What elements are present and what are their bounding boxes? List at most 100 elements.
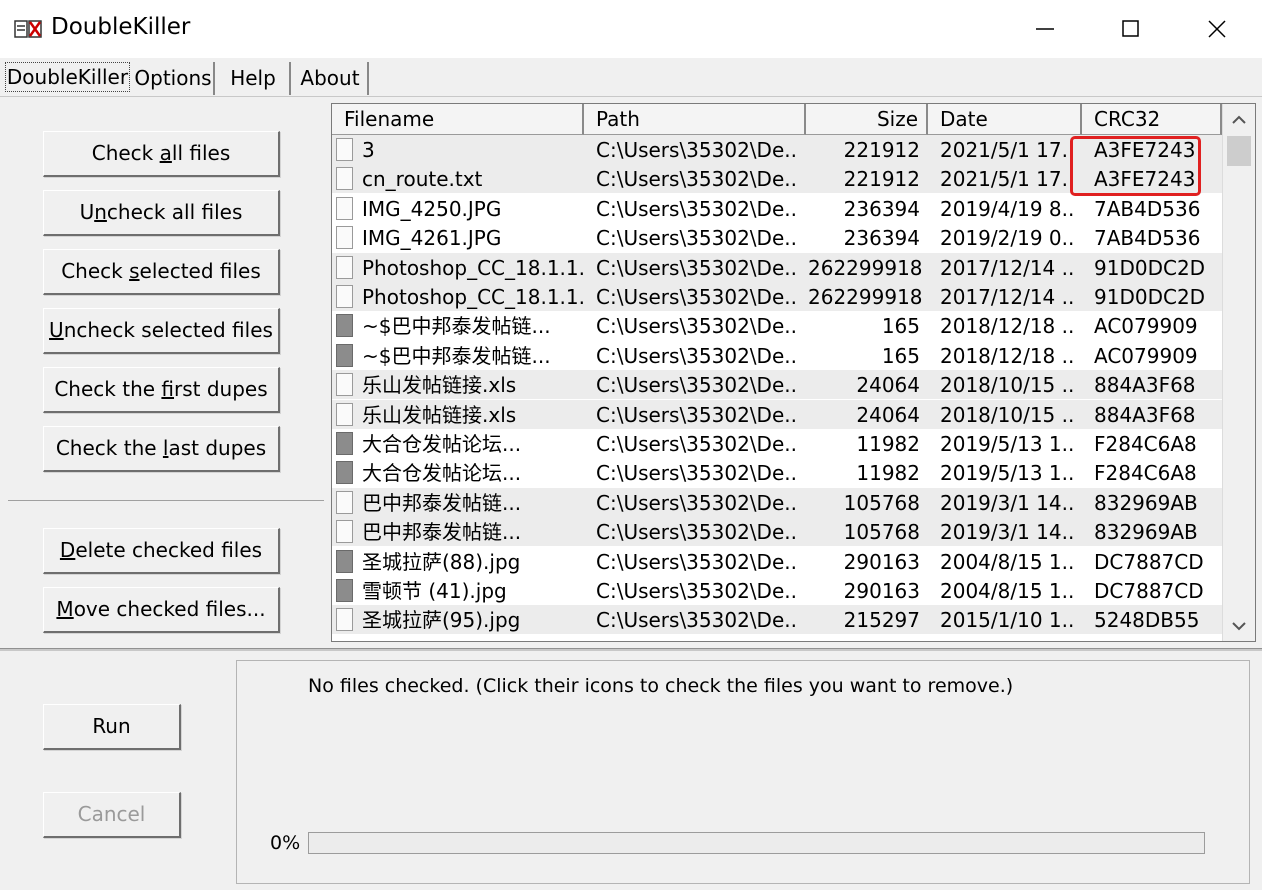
button-label: Check	[61, 259, 130, 283]
button-accelerator: s	[129, 259, 140, 283]
status-message: No files checked. (Click their icons to …	[308, 675, 1014, 697]
file-size: 262299918	[808, 285, 923, 309]
uncheck-selected-files-button[interactable]: Uncheck selected files	[43, 308, 280, 354]
maximize-icon	[1122, 20, 1139, 37]
file-check-icon[interactable]	[336, 314, 353, 338]
scrollbar-thumb[interactable]	[1227, 136, 1251, 166]
delete-checked-files-button[interactable]: Delete checked files	[43, 528, 280, 574]
file-size: 165	[881, 314, 920, 339]
vertical-scrollbar[interactable]	[1222, 104, 1255, 641]
table-row[interactable]: 大合仓发帖论坛... C:\Users\35302\De... 11982 2019/…	[332, 429, 1222, 458]
check-last-dupes-button[interactable]: Check the last dupes	[43, 426, 280, 472]
file-check-icon[interactable]	[336, 255, 353, 279]
file-size: 11982	[856, 432, 920, 456]
chevron-down-icon	[1232, 622, 1246, 631]
close-button[interactable]	[1174, 0, 1260, 58]
file-size: 215297	[843, 608, 920, 633]
table-row[interactable]: ~$巴中邦泰发帖链... C:\Users\35302\De... 165 2018/…	[332, 341, 1222, 370]
tab-options[interactable]: Options	[133, 62, 215, 95]
file-path: C:\Users\35302\De...	[596, 226, 796, 251]
file-date: 2017/12/14 ...	[940, 255, 1075, 280]
progress-percent: 0%	[270, 832, 301, 854]
table-row[interactable]: 雪顿节 (41).jpg C:\Users\35302\De... 290163 20…	[332, 576, 1222, 605]
minimize-button[interactable]	[1002, 0, 1088, 58]
file-crc32: 5248DB55	[1094, 608, 1200, 633]
file-path: C:\Users\35302\De...	[596, 608, 796, 633]
table-row[interactable]: IMG_4261.JPG C:\Users\35302\De... 236394 20…	[332, 223, 1222, 252]
column-header-path[interactable]: Path	[584, 104, 806, 135]
table-row[interactable]: 巴中邦泰发帖链... C:\Users\35302\De... 105768 2019…	[332, 517, 1222, 547]
tab-about[interactable]: About	[293, 62, 369, 95]
tab-doublekiller[interactable]: DoubleKiller	[5, 62, 130, 92]
table-row[interactable]: IMG_4250.JPG C:\Users\35302\De... 236394 20…	[332, 194, 1222, 223]
file-check-icon[interactable]	[336, 579, 353, 602]
move-checked-files-button[interactable]: Move checked files...	[43, 587, 280, 633]
table-row[interactable]: 乐山发帖链接.xls C:\Users\35302\De... 24064 2018/…	[332, 399, 1222, 429]
file-date: 2021/5/1 17...	[940, 138, 1075, 162]
bottom-divider	[0, 648, 1262, 651]
tab-help[interactable]: Help	[217, 62, 291, 95]
tab-divider	[0, 96, 1262, 97]
file-check-icon[interactable]	[336, 196, 353, 220]
table-row[interactable]: ~$巴中邦泰发帖链... C:\Users\35302\De... 165 2018/…	[332, 311, 1222, 340]
table-row[interactable]: 圣城拉萨(95).jpg C:\Users\35302\De... 215297 20…	[332, 605, 1222, 635]
scroll-down-button[interactable]	[1223, 611, 1255, 641]
file-check-icon[interactable]	[336, 461, 353, 485]
check-selected-files-button[interactable]: Check selected files	[43, 249, 280, 295]
file-check-icon[interactable]	[336, 167, 353, 191]
column-header-size[interactable]: Size	[806, 104, 928, 135]
file-check-icon[interactable]	[336, 432, 353, 455]
file-check-icon[interactable]	[336, 549, 353, 573]
file-crc32: 7AB4D536	[1094, 226, 1201, 251]
file-check-icon[interactable]	[336, 373, 353, 397]
table-row[interactable]: 大合仓发帖论坛... C:\Users\35302\De... 11982 2019/…	[332, 458, 1222, 487]
file-date: 2018/12/18 ...	[940, 314, 1075, 339]
uncheck-all-files-button[interactable]: Uncheck all files	[43, 190, 280, 236]
file-size: 11982	[856, 461, 920, 486]
table-row[interactable]: 圣城拉萨(88).jpg C:\Users\35302\De... 290163 20…	[332, 547, 1222, 576]
file-check-icon[interactable]	[336, 285, 353, 308]
file-check-icon[interactable]	[336, 520, 353, 544]
file-check-icon[interactable]	[336, 608, 353, 632]
file-check-icon[interactable]	[336, 343, 353, 367]
button-label: ast dupes	[168, 436, 267, 460]
column-header-date[interactable]: Date	[928, 104, 1082, 135]
app-icon	[14, 20, 42, 38]
file-check-icon[interactable]	[336, 490, 353, 514]
file-name: 乐山发帖链接.xls	[362, 373, 517, 398]
check-first-dupes-button[interactable]: Check the first dupes	[43, 367, 280, 413]
minimize-icon	[1036, 28, 1054, 30]
file-path: C:\Users\35302\De...	[596, 432, 796, 456]
table-row[interactable]: Photoshop_CC_18.1.1... C:\Users\35302\De.…	[332, 282, 1222, 311]
file-check-icon[interactable]	[336, 226, 353, 250]
file-name: IMG_4261.JPG	[362, 226, 502, 251]
file-crc32: 91D0DC2D	[1094, 255, 1206, 280]
file-check-icon[interactable]	[336, 138, 353, 161]
column-header-crc32[interactable]: CRC32	[1082, 104, 1222, 135]
table-row[interactable]: 乐山发帖链接.xls C:\Users\35302\De... 24064 2018/…	[332, 370, 1222, 400]
button-label: ove checked files...	[73, 597, 266, 621]
button-label: ncheck selected files	[63, 318, 273, 342]
maximize-button[interactable]	[1088, 0, 1174, 58]
table-row[interactable]: 巴中邦泰发帖链... C:\Users\35302\De... 105768 2019…	[332, 487, 1222, 517]
file-check-icon[interactable]	[336, 402, 353, 426]
button-accelerator: n	[94, 200, 107, 224]
file-name: 圣城拉萨(88).jpg	[362, 549, 521, 574]
file-name: 雪顿节 (41).jpg	[362, 579, 507, 603]
file-name: ~$巴中邦泰发帖链...	[362, 314, 551, 339]
column-header-filename[interactable]: Filename	[332, 104, 584, 135]
file-size: 24064	[856, 402, 920, 427]
file-date: 2018/10/15 ...	[940, 373, 1075, 398]
run-button[interactable]: Run	[43, 704, 181, 750]
scroll-up-button[interactable]	[1223, 104, 1255, 134]
file-date: 2018/10/15 ...	[940, 402, 1075, 427]
file-date: 2019/3/1 14...	[940, 490, 1075, 515]
button-accelerator: D	[59, 538, 76, 562]
table-row[interactable]: Photoshop_CC_18.1.1... C:\Users\35302\De.…	[332, 252, 1222, 282]
file-crc32: DC7887CD	[1094, 579, 1204, 603]
cancel-button[interactable]: Cancel	[43, 792, 181, 838]
chevron-up-icon	[1232, 115, 1246, 124]
file-path: C:\Users\35302\De...	[596, 490, 796, 515]
button-accelerator: f	[161, 377, 175, 401]
check-all-files-button[interactable]: Check all files	[43, 131, 280, 177]
